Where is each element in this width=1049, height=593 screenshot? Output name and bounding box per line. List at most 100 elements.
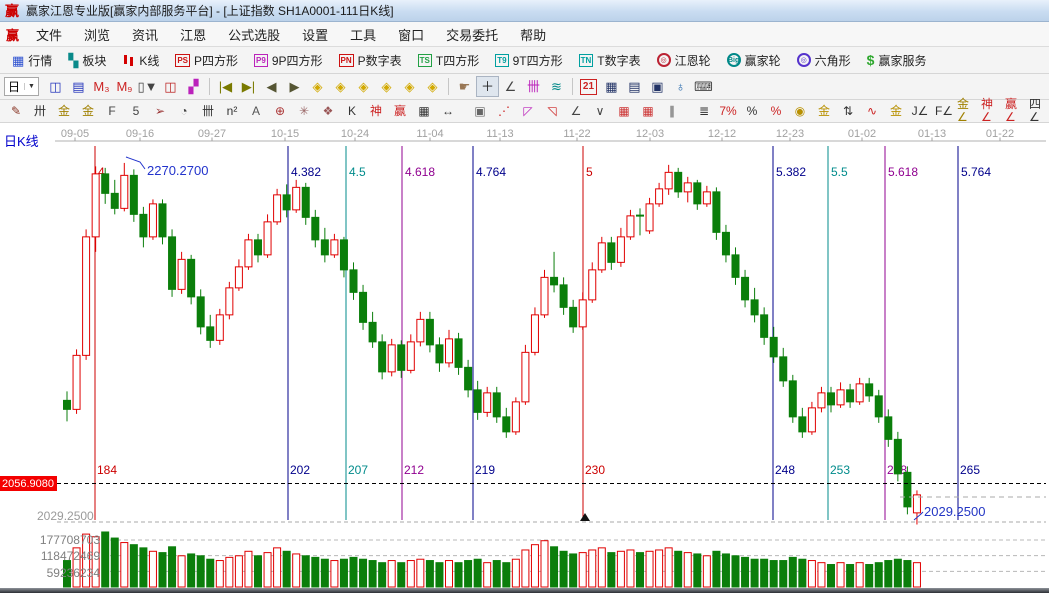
toolbar-label: 赢家轮 (745, 52, 781, 69)
toolbar-button-winner-service[interactable]: $赢家服务 (859, 49, 935, 72)
draw-tool-n-square[interactable]: n² (220, 102, 244, 121)
draw-tool-ray-lines[interactable]: ⋰ (492, 102, 516, 121)
toolbar-button-next-bar[interactable]: ▶ (283, 76, 306, 97)
draw-tool-rocket[interactable]: ➢ (148, 102, 172, 121)
draw-tool-gold-lines[interactable]: 金 (812, 102, 836, 121)
kline-chart[interactable]: 09-0509-1609-2710-1510-2411-0411-1311-22… (0, 127, 1049, 593)
menu-item-window[interactable]: 窗口 (387, 27, 435, 44)
toolbar-button-t-square[interactable]: TST四方形 (410, 49, 488, 72)
draw-tool-parallel-lines[interactable]: ∥ (660, 102, 684, 121)
draw-tool-k-angle[interactable]: K (340, 102, 364, 121)
toolbar-button-save[interactable]: ▣ (646, 76, 669, 97)
draw-tool-angle-j[interactable]: J∠ (908, 102, 932, 121)
draw-tool-angle-shen[interactable]: 神∠ (980, 102, 1004, 121)
chart-area[interactable]: 09-0509-1609-2710-1510-2411-0411-1311-22… (0, 127, 1049, 593)
draw-tool-red-grid-1[interactable]: ▦ (612, 102, 636, 121)
period-selector-dropdown[interactable]: 日▼ (4, 77, 39, 96)
toolbar-button-chart-window[interactable]: ◫ (44, 76, 67, 97)
toolbar-button-angle-measure[interactable]: ∠ (499, 76, 522, 97)
menu-item-browse[interactable]: 浏览 (73, 27, 121, 44)
draw-tool-gold-box[interactable]: 金 (884, 102, 908, 121)
draw-tool-box-tool[interactable]: ▣ (468, 102, 492, 121)
menu-item-help[interactable]: 帮助 (509, 27, 557, 44)
menu-item-file[interactable]: 文件 (25, 27, 73, 44)
toolbar-button-last-bar[interactable]: ▶| (237, 76, 260, 97)
toolbar-button-calculator[interactable]: ▦ (600, 76, 623, 97)
menu-item-settings[interactable]: 设置 (291, 27, 339, 44)
draw-tool-gold-wave[interactable]: ∿ (860, 102, 884, 121)
toolbar-button-bars-3[interactable]: M₃ (90, 76, 113, 97)
toolbar-button-9t-square[interactable]: T99T四方形 (487, 49, 570, 72)
draw-tool-fan-red[interactable]: ◹ (540, 102, 564, 121)
toolbar-button-color-chart[interactable]: ▞ (182, 76, 205, 97)
toolbar-button-diamond-wide[interactable]: ◈ (421, 76, 444, 97)
menu-item-news[interactable]: 资讯 (121, 27, 169, 44)
toolbar-button-p-number-table[interactable]: PNP数字表 (331, 49, 410, 72)
draw-tool-f-square[interactable]: F (100, 102, 124, 121)
toolbar-button-gann-tool-magenta[interactable]: 卌 (522, 76, 545, 97)
draw-tool-updown-pen[interactable]: ⇅ (836, 102, 860, 121)
toolbar-button-hexagon[interactable]: ◎六角形 (789, 49, 859, 72)
draw-tool-price-scale[interactable]: ≣ (692, 102, 716, 121)
toolbar-button-diamond-cross[interactable]: ◈ (375, 76, 398, 97)
draw-tool-web-square[interactable]: ❖ (316, 102, 340, 121)
menu-item-gann[interactable]: 江恩 (169, 27, 217, 44)
draw-tool-gann-grid[interactable]: 卅 (28, 102, 52, 121)
toolbar-button-diamond-right[interactable]: ◈ (329, 76, 352, 97)
toolbar-button-diamond-leftright[interactable]: ◈ (352, 76, 375, 97)
toolbar-button-calendar-21[interactable]: 21 (580, 79, 597, 95)
toolbar-button-sectors[interactable]: ▚板块 (60, 49, 114, 72)
toolbar-button-gann-wheel[interactable]: ◎江恩轮 (649, 49, 719, 72)
document-icon[interactable]: 赢 (6, 25, 19, 44)
menu-item-trade-entrust[interactable]: 交易委托 (435, 27, 509, 44)
toolbar-button-bars-9[interactable]: M₉ (113, 76, 136, 97)
toolbar-button-wave-tool[interactable]: ≋ (545, 76, 568, 97)
draw-tool-angle-f[interactable]: F∠ (932, 102, 956, 121)
draw-tool-spiral-web[interactable]: ✳ (292, 102, 316, 121)
toolbar-button-quotes[interactable]: ▦行情 (4, 49, 60, 72)
draw-tool-angle-win[interactable]: 赢∠ (1004, 102, 1028, 121)
draw-tool-time-divider[interactable]: 卌 (196, 102, 220, 121)
draw-tool-angle-four[interactable]: 四∠ (1028, 102, 1049, 121)
draw-tool-gann-circle[interactable]: ⊕ (268, 102, 292, 121)
toolbar-button-t-number-table[interactable]: TNT数字表 (571, 49, 649, 72)
toolbar-button-diamond-left[interactable]: ◈ (306, 76, 329, 97)
toolbar-button-diamond-allways[interactable]: ◈ (398, 76, 421, 97)
draw-tool-fan-magenta[interactable]: ◸ (516, 102, 540, 121)
draw-tool-gold-square-2[interactable]: 金 (76, 102, 100, 121)
draw-tool-percent-retrace[interactable]: 7% (716, 102, 740, 121)
toolbar-button-red-window[interactable]: ◫ (159, 76, 182, 97)
draw-tool-gold-square-1[interactable]: 金 (52, 102, 76, 121)
draw-tool-brush[interactable]: ✎ (4, 102, 28, 121)
draw-tool-mirror-a[interactable]: A (244, 102, 268, 121)
toolbar-button-first-bar[interactable]: |◀ (214, 76, 237, 97)
draw-tool-spiral-5[interactable]: 5 (124, 102, 148, 121)
draw-tool-width-arrows[interactable]: ↔ (436, 102, 460, 121)
toolbar-button-network[interactable]: ♁ (669, 76, 692, 97)
title-bar[interactable]: 赢 赢家江恩专业版[赢家内部服务平台] - [上证指数 SH1A0001-111… (0, 0, 1049, 22)
draw-tool-speed-lines[interactable]: ∠ (564, 102, 588, 121)
toolbar-button-remote-pc[interactable]: ⌨ (692, 76, 715, 97)
toolbar-button-prev-bar[interactable]: ◀ (260, 76, 283, 97)
toolbar-button-kline[interactable]: K线 (114, 49, 167, 72)
draw-tool-shen-grid[interactable]: 神 (364, 102, 388, 121)
toolbar-button-p-square[interactable]: PSP四方形 (167, 49, 246, 72)
draw-tool-ruler-123[interactable]: ▦ (412, 102, 436, 121)
menu-item-formula-stock-picker[interactable]: 公式选股 (217, 27, 291, 44)
toolbar-button-hand-drag[interactable]: ☛ (453, 76, 476, 97)
toolbar-button-9p-square[interactable]: P99P四方形 (246, 49, 330, 72)
toolbar-button-info-panel[interactable]: ▤ (67, 76, 90, 97)
draw-tool-angle-gold[interactable]: 金∠ (956, 102, 980, 121)
draw-tool-percent[interactable]: % (740, 102, 764, 121)
toolbar-button-winner-wheel[interactable]: Big赢家轮 (719, 49, 789, 72)
draw-tool-win-grid[interactable]: 赢 (388, 102, 412, 121)
draw-tool-gold-circle[interactable]: ◉ (788, 102, 812, 121)
toolbar-button-notes[interactable]: ▤ (623, 76, 646, 97)
draw-tool-zigzag[interactable]: ∨ (588, 102, 612, 121)
draw-tool-percent-lines[interactable]: % (764, 102, 788, 121)
toolbar-button-candle-style[interactable]: ▯▼ (136, 76, 159, 97)
draw-tool-red-grid-2[interactable]: ▦ (636, 102, 660, 121)
draw-tool-gann-fan-circle[interactable]: ◔ (172, 102, 196, 121)
toolbar-button-crosshair[interactable]: ＋ (476, 76, 499, 97)
menu-item-tools[interactable]: 工具 (339, 27, 387, 44)
